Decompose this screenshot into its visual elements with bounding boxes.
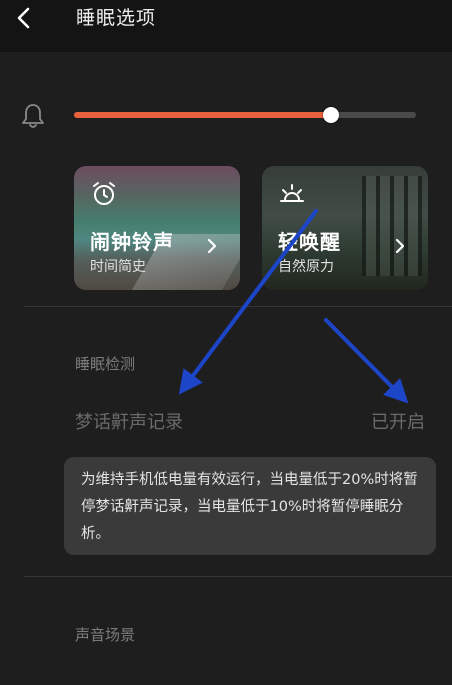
divider — [24, 576, 452, 577]
card-subtitle: 时间简史 — [90, 259, 146, 275]
annotation-arrow-right — [324, 318, 409, 404]
alarm-volume-row — [0, 92, 452, 138]
gentle-wake-card[interactable]: 轻唤醒 自然原力 — [262, 166, 428, 290]
alarm-ringtone-card[interactable]: 闹钟铃声 时间简史 — [74, 166, 240, 290]
alarm-clock-icon — [93, 182, 115, 205]
chevron-right-icon — [395, 238, 405, 254]
back-button[interactable] — [8, 2, 40, 34]
card-subtitle: 自然原力 — [278, 259, 334, 275]
chevron-right-icon — [207, 238, 217, 254]
card-background-decoration — [362, 176, 422, 276]
page-title: 睡眠选项 — [76, 7, 157, 29]
divider — [24, 306, 452, 307]
low-battery-notice: 为维持手机低电量有效运行，当电量低于20%时将暂停梦话鼾声记录，当电量低于10%… — [64, 457, 436, 555]
slider-thumb[interactable] — [322, 107, 339, 123]
card-title: 闹钟铃声 — [90, 230, 174, 254]
chevron-left-icon — [17, 7, 30, 29]
top-bar: 睡眠选项 — [0, 0, 452, 52]
bell-icon — [22, 104, 44, 128]
sunrise-icon — [280, 184, 304, 202]
volume-slider[interactable] — [74, 107, 416, 123]
setting-label: 梦话鼾声记录 — [75, 412, 183, 433]
setting-status-value: 已开启 — [371, 412, 425, 433]
slider-fill — [74, 112, 331, 118]
sleep-detection-section-label: 睡眠检测 — [75, 355, 136, 373]
card-title: 轻唤醒 — [278, 230, 341, 254]
sound-scene-section-label: 声音场景 — [75, 626, 136, 644]
sleep-talk-snore-record-row[interactable]: 梦话鼾声记录 已开启 — [75, 402, 425, 438]
